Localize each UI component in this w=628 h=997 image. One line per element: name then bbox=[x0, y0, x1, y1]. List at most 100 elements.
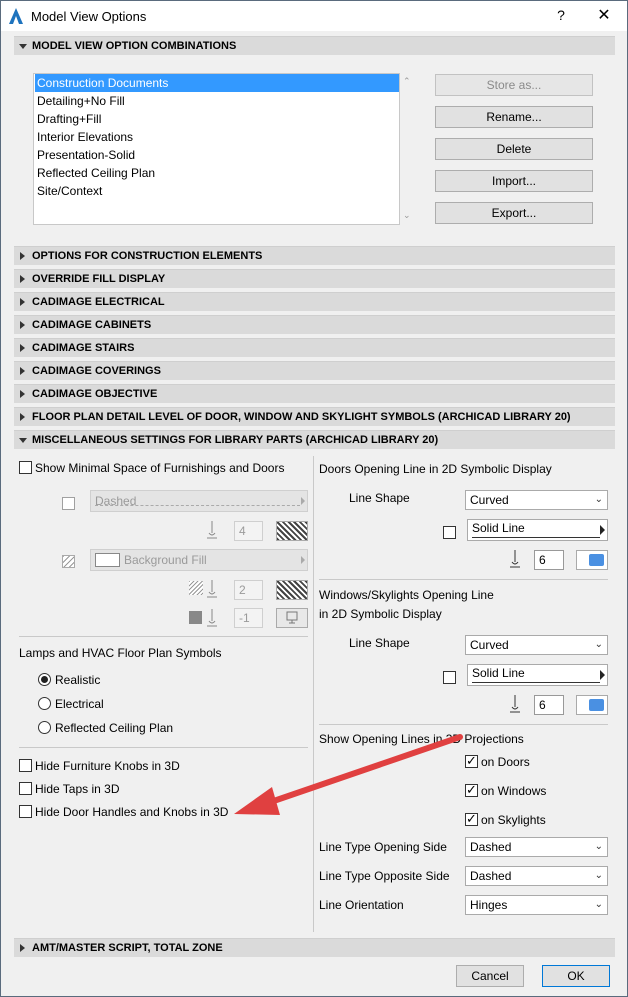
list-item[interactable]: Reflected Ceiling Plan bbox=[35, 164, 399, 182]
fill-popup[interactable]: Background Fill bbox=[90, 549, 308, 571]
fill-hatch-icon bbox=[62, 555, 75, 568]
scroll-down-icon[interactable]: ⌄ bbox=[403, 210, 411, 221]
doors-pen-color[interactable] bbox=[576, 550, 608, 570]
doors-line-shape-label: Line Shape bbox=[349, 491, 410, 505]
section-cad-stairs[interactable]: CADIMAGE STAIRS bbox=[14, 338, 615, 357]
popup-arrow-icon bbox=[301, 556, 305, 564]
line-type-checkbox[interactable] bbox=[62, 497, 75, 510]
scroll-up-icon[interactable]: ⌃ bbox=[403, 76, 411, 87]
doors-line-type-checkbox[interactable] bbox=[443, 526, 456, 539]
doors-line-type-popup[interactable]: Solid Line bbox=[467, 519, 608, 541]
doors-pen-number[interactable]: 6 bbox=[534, 550, 564, 570]
list-item[interactable]: Site/Context bbox=[35, 182, 399, 200]
lt-opposite-dropdown[interactable]: Dashed ⌄ bbox=[465, 866, 608, 886]
expand-icon bbox=[20, 390, 25, 398]
list-item[interactable]: Detailing+No Fill bbox=[35, 92, 399, 110]
pen-number-2[interactable]: 2 bbox=[234, 580, 263, 600]
pen-icon bbox=[508, 695, 522, 716]
orientation-dropdown[interactable]: Hinges ⌄ bbox=[465, 895, 608, 915]
section-cad-electrical[interactable]: CADIMAGE ELECTRICAL bbox=[14, 292, 615, 311]
section-construction-elements[interactable]: OPTIONS FOR CONSTRUCTION ELEMENTS bbox=[14, 246, 615, 265]
hide-taps-checkbox[interactable] bbox=[19, 782, 32, 795]
combinations-list[interactable]: Construction Documents Detailing+No Fill… bbox=[33, 73, 411, 225]
expand-icon bbox=[20, 367, 25, 375]
section-combinations[interactable]: MODEL VIEW OPTION COMBINATIONS bbox=[14, 36, 615, 55]
background-pen-icon bbox=[189, 611, 202, 624]
doors-line-shape-dropdown[interactable]: Curved ⌄ bbox=[465, 490, 608, 510]
pen-color-swatch-1[interactable] bbox=[276, 521, 308, 541]
dropdown-value: Dashed bbox=[470, 869, 512, 883]
pen-color-swatch-2[interactable] bbox=[276, 580, 308, 600]
chevron-down-icon: ⌄ bbox=[594, 494, 603, 505]
section-cad-objective[interactable]: CADIMAGE OBJECTIVE bbox=[14, 384, 615, 403]
section-title: MISCELLANEOUS SETTINGS FOR LIBRARY PARTS… bbox=[32, 434, 439, 446]
windows-line-shape-dropdown[interactable]: Curved ⌄ bbox=[465, 635, 608, 655]
popup-value: Solid Line bbox=[472, 666, 525, 680]
ok-button[interactable]: OK bbox=[542, 965, 610, 987]
windows-line-type-popup[interactable]: Solid Line bbox=[467, 664, 608, 686]
list-item[interactable]: Interior Elevations bbox=[35, 128, 399, 146]
on-skylights-label: on Skylights bbox=[481, 813, 546, 827]
windows-pen-color[interactable] bbox=[576, 695, 608, 715]
dropdown-value: Curved bbox=[470, 638, 509, 652]
collapse-icon bbox=[19, 44, 27, 49]
hatch-pen-icon bbox=[189, 581, 203, 595]
radio-reflected-ceiling-label: Reflected Ceiling Plan bbox=[55, 721, 174, 735]
section-cad-coverings[interactable]: CADIMAGE COVERINGS bbox=[14, 361, 615, 380]
section-title: AMT/MASTER SCRIPT, TOTAL ZONE bbox=[32, 942, 223, 954]
line-type-popup[interactable]: Dashed bbox=[90, 490, 308, 512]
list-item[interactable]: Drafting+Fill bbox=[35, 110, 399, 128]
chevron-down-icon: ⌄ bbox=[594, 899, 603, 910]
expand-icon bbox=[20, 252, 25, 260]
windows-line-type-checkbox[interactable] bbox=[443, 671, 456, 684]
section-floor-plan-detail[interactable]: FLOOR PLAN DETAIL LEVEL OF DOOR, WINDOW … bbox=[14, 407, 615, 426]
radio-reflected-ceiling[interactable] bbox=[38, 721, 51, 734]
cancel-button[interactable]: Cancel bbox=[456, 965, 524, 987]
expand-icon bbox=[20, 275, 25, 283]
section-title: CADIMAGE STAIRS bbox=[32, 342, 135, 354]
windows-opening-title-2: in 2D Symbolic Display bbox=[319, 607, 442, 621]
export-button[interactable]: Export... bbox=[435, 202, 593, 224]
pen-number-3[interactable]: -1 bbox=[234, 608, 263, 628]
archicad-logo-icon bbox=[9, 8, 23, 24]
radio-electrical[interactable] bbox=[38, 697, 51, 710]
section-misc-settings[interactable]: MISCELLANEOUS SETTINGS FOR LIBRARY PARTS… bbox=[14, 430, 615, 449]
radio-electrical-label: Electrical bbox=[55, 697, 104, 711]
popup-arrow-icon bbox=[600, 670, 605, 680]
list-item[interactable]: Presentation-Solid bbox=[35, 146, 399, 164]
pen-icon bbox=[205, 521, 219, 542]
list-item[interactable]: Construction Documents bbox=[35, 74, 399, 92]
hide-knobs-checkbox[interactable] bbox=[19, 759, 32, 772]
divider bbox=[19, 636, 308, 637]
solid-line-preview bbox=[472, 537, 600, 538]
expand-icon bbox=[20, 298, 25, 306]
radio-realistic[interactable] bbox=[38, 673, 51, 686]
divider bbox=[319, 579, 608, 580]
hide-handles-checkbox[interactable] bbox=[19, 805, 32, 818]
pen-number-1[interactable]: 4 bbox=[234, 521, 263, 541]
section-amt[interactable]: AMT/MASTER SCRIPT, TOTAL ZONE bbox=[14, 938, 615, 957]
show-minimal-space-label: Show Minimal Space of Furnishings and Do… bbox=[35, 461, 285, 475]
dropdown-value: Hinges bbox=[470, 898, 508, 912]
delete-button[interactable]: Delete bbox=[435, 138, 593, 160]
lt-opening-dropdown[interactable]: Dashed ⌄ bbox=[465, 837, 608, 857]
close-button[interactable]: ✕ bbox=[595, 5, 613, 25]
store-as-button[interactable]: Store as... bbox=[435, 74, 593, 96]
fill-swatch bbox=[95, 553, 120, 567]
orientation-label: Line Orientation bbox=[319, 898, 404, 912]
help-button[interactable]: ? bbox=[553, 7, 569, 23]
section-cad-cabinets[interactable]: CADIMAGE CABINETS bbox=[14, 315, 615, 334]
section-title: CADIMAGE CABINETS bbox=[32, 319, 152, 331]
section-title: MODEL VIEW OPTION COMBINATIONS bbox=[32, 40, 237, 52]
show-minimal-space-checkbox[interactable] bbox=[19, 461, 32, 474]
rename-button[interactable]: Rename... bbox=[435, 106, 593, 128]
section-override-fill[interactable]: OVERRIDE FILL DISPLAY bbox=[14, 269, 615, 288]
title-bar: Model View Options ? ✕ bbox=[1, 1, 627, 31]
monitor-icon[interactable] bbox=[276, 608, 308, 628]
import-button[interactable]: Import... bbox=[435, 170, 593, 192]
windows-pen-number[interactable]: 6 bbox=[534, 695, 564, 715]
chevron-down-icon: ⌄ bbox=[594, 870, 603, 881]
pen-icon bbox=[508, 550, 522, 571]
hide-taps-label: Hide Taps in 3D bbox=[35, 782, 120, 796]
pen-icon bbox=[205, 580, 219, 601]
